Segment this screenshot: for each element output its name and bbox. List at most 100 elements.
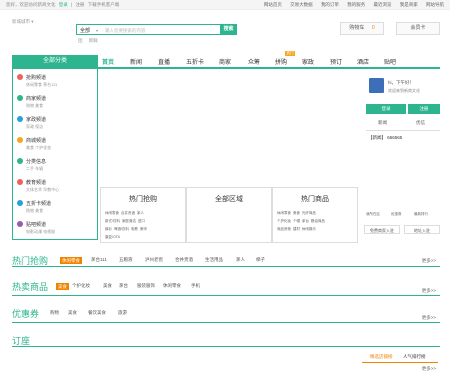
right-link-coupon[interactable]: 优惠券	[391, 212, 402, 217]
nav-item-news[interactable]: 新闻	[130, 57, 142, 66]
category-sidebar: 抢购频道 休闲零食 茅台111 商家频道 购物 美食 家政频道 家政 保洁 商城…	[12, 68, 98, 240]
nav-item-housekeeping[interactable]: 家政	[302, 57, 314, 66]
sidebar-item-title: 分类信息	[26, 158, 47, 165]
more-link[interactable]: 更多>>	[422, 288, 436, 294]
city-selector[interactable]: 新城城市 ▾	[12, 19, 34, 25]
mall-icon	[17, 137, 23, 143]
top-bar-left: 您好，欢迎访问新商文化 登录 | 注册 下载手机客户端	[6, 2, 121, 8]
right-link-region[interactable]: 我所在区	[366, 212, 380, 217]
tag[interactable]: 餐饮美食	[88, 310, 106, 316]
tag[interactable]: 茅人	[236, 257, 245, 263]
search-category-select[interactable]: 全部	[80, 27, 98, 34]
tag-active[interactable]: 休闲零食	[60, 257, 82, 264]
nav-item-booking[interactable]: 预订	[330, 57, 342, 66]
merchant-join-button[interactable]: 免费商家入驻	[364, 225, 400, 234]
top-link-services[interactable]: 我的服务	[347, 2, 365, 7]
box-link[interactable]: 新式/饮料 家庭清洁 进口	[105, 219, 145, 224]
hot-word[interactable]: 新鲜	[89, 38, 98, 43]
sidebar-item-sub: 美食 个护化妆	[26, 144, 52, 150]
sidebar-item-title: 抢购频道	[26, 74, 47, 81]
tag-active[interactable]: 美食	[56, 283, 69, 290]
download-app-link[interactable]: 下载手机客户端	[88, 2, 120, 7]
tag[interactable]: 美食	[68, 310, 77, 316]
panel-link-news[interactable]: 新闻	[378, 120, 387, 126]
tag[interactable]: 茅台111	[91, 257, 107, 263]
nav-item-merchants[interactable]: 商家	[219, 57, 231, 66]
tag[interactable]: 茅台	[119, 283, 128, 289]
sidebar-item-sub: 二手 车辆	[26, 165, 44, 171]
tag[interactable]: 服装服饰	[137, 283, 155, 289]
sidebar-item-half-card[interactable]: 五折卡频道 购物 美食	[17, 199, 95, 218]
sidebar-item-title: 商城频道	[26, 137, 47, 144]
nav-item-home[interactable]: 首页	[102, 57, 114, 66]
search-input[interactable]: 输入您要搜索的内容	[105, 28, 146, 34]
nav-item-forum[interactable]: 贴吧	[384, 57, 396, 66]
cart-count: 0	[371, 25, 375, 31]
tag[interactable]: 泸州老窖	[145, 257, 163, 263]
sidebar-item-sub: 休闲零食 茅台111	[26, 81, 58, 87]
nav-item-crowdfunding[interactable]: 众筹	[248, 57, 260, 66]
tag[interactable]: 休闲零食	[163, 283, 181, 289]
nav-item-hotel[interactable]: 酒店	[357, 57, 369, 66]
more-link[interactable]: 更多>>	[422, 258, 436, 264]
tab-top-shops[interactable]: 精选店铺榜	[370, 354, 393, 360]
box-link[interactable]: 休闲零食 合并贵酒 茅人	[105, 211, 144, 216]
top-link-home[interactable]: 网站首页	[264, 2, 282, 7]
tag[interactable]: 旅游	[118, 310, 127, 316]
register-link[interactable]: 注册	[75, 2, 84, 7]
tag[interactable]: 生活用品	[205, 257, 223, 263]
tag[interactable]: 五粮液	[119, 257, 133, 263]
member-card-button[interactable]: 会员卡	[396, 22, 440, 35]
panel-register-button[interactable]: 注册	[408, 104, 440, 114]
nav-item-live[interactable]: 直播	[158, 57, 170, 66]
sidebar-item-merchants[interactable]: 商家频道 购物 美食	[17, 94, 95, 113]
box-link[interactable]: 商品其他 建材 休闲娱乐	[277, 227, 316, 232]
login-link[interactable]: 登录	[59, 2, 68, 7]
top-link-sitemap[interactable]: 网站导航	[426, 2, 444, 7]
sidebar-item-classifieds[interactable]: 分类信息 二手 车辆	[17, 157, 95, 176]
box-link[interactable]: 休闲零食 美食 光纤商品	[277, 211, 316, 216]
box-link[interactable]: 康复/OTA	[105, 235, 120, 240]
sidebar-item-housekeeping[interactable]: 家政频道 家政 保洁	[17, 115, 95, 134]
search-button[interactable]: 搜索	[220, 24, 237, 35]
hot-word[interactable]: 团	[78, 38, 83, 43]
nav-item-group-buy[interactable]: 拼购	[275, 57, 287, 66]
cart-button[interactable]: 购物车 0	[340, 22, 384, 35]
top-link-recent[interactable]: 最近浏览	[373, 2, 391, 7]
sidebar-item-mall[interactable]: 商城频道 美食 个护化妆	[17, 136, 95, 155]
tag[interactable]: 个护化妆	[72, 283, 90, 289]
box-link[interactable]: 裤衫 啤酒/饮料 电教 美甲	[105, 227, 147, 232]
sidebar-item-title: 贴吧频道	[26, 221, 47, 228]
box-link[interactable]: 个护化妆 个帽 茅台 粮油商品	[277, 219, 325, 224]
top-link-merchant[interactable]: 我是商家	[400, 2, 418, 7]
more-link[interactable]: 更多>>	[422, 315, 436, 321]
panel-login-button[interactable]: 登录	[366, 104, 406, 114]
classifieds-icon	[17, 158, 23, 164]
sidebar-item-sub: 家政 保洁	[26, 123, 44, 129]
sidebar-item-title: 商家频道	[26, 95, 47, 102]
tab-underline	[362, 362, 438, 363]
sidebar-item-sub: 文体艺术 早教中心	[26, 186, 60, 192]
tag[interactable]: 手机	[191, 283, 200, 289]
more-link[interactable]: 更多>>	[422, 366, 436, 372]
top-link-bigdata[interactable]: 交易大数据	[290, 2, 313, 7]
top-link-orders[interactable]: 我的订单	[321, 2, 339, 7]
news-notice[interactable]: 【新闻】 656565	[368, 135, 402, 141]
house-icon	[17, 116, 23, 122]
panel-link-offers[interactable]: 优信	[416, 120, 425, 126]
separator: |	[71, 2, 73, 7]
sidebar-item-flash-sale[interactable]: 抢购频道 休闲零食 茅台111	[17, 73, 95, 92]
nav-item-half-card[interactable]: 五折卡	[186, 57, 204, 66]
sidebar-item-education[interactable]: 教育频道 文体艺术 早教中心	[17, 178, 95, 197]
avatar[interactable]	[369, 78, 384, 93]
hot-flash-box: 热门抢购 休闲零食 合并贵酒 茅人 新式/饮料 家庭清洁 进口 裤衫 啤酒/饮料…	[100, 187, 186, 243]
tag[interactable]: 合并贵酒	[175, 257, 193, 263]
tag[interactable]: 购物	[50, 310, 59, 316]
tag[interactable]: 梯子	[256, 257, 265, 263]
address-join-button[interactable]: 地址入驻	[404, 225, 440, 234]
right-link-ranking[interactable]: 最新排行	[414, 212, 428, 217]
hot-products-box: 热门商品 休闲零食 美食 光纤商品 个护化妆 个帽 茅台 粮油商品 商品其他 建…	[272, 187, 358, 243]
tab-popularity[interactable]: 人气排行榜	[403, 354, 426, 360]
sidebar-item-forum[interactable]: 贴吧频道 电影动漫 电视剧	[17, 220, 95, 239]
tag[interactable]: 美食	[103, 283, 112, 289]
